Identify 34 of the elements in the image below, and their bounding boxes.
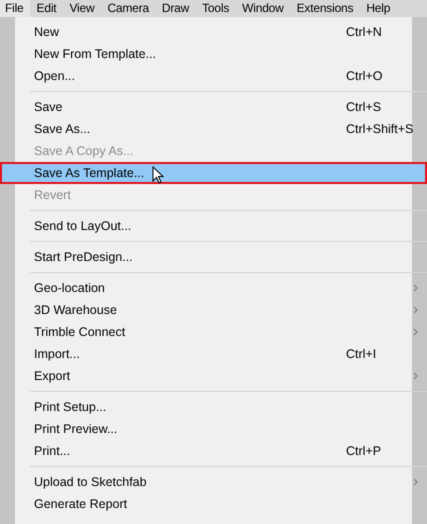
menu-bar-item[interactable]: File [0, 0, 30, 17]
shortcut-label: Ctrl+O [346, 69, 382, 83]
menu-bar-item[interactable]: Camera [101, 0, 155, 17]
shortcut-label: Ctrl+N [346, 25, 382, 39]
menu-item[interactable]: Save Ctrl+S [0, 96, 427, 118]
menu-item[interactable]: Generate Report [0, 493, 427, 515]
shortcut-label: Ctrl+I [346, 347, 376, 361]
menu-item[interactable]: Start PreDesign... [0, 246, 427, 268]
menu-item[interactable]: Print Setup... [0, 396, 427, 418]
menu-item[interactable]: Geo-location [0, 277, 427, 299]
menu-item[interactable]: Export [0, 365, 427, 387]
menu-item[interactable]: Print Preview... [0, 418, 427, 440]
menu-bar-item[interactable]: Extensions [290, 0, 360, 17]
menu-item[interactable]: Upload to Sketchfab [0, 471, 427, 493]
menu-item[interactable]: New Ctrl+N [0, 21, 427, 43]
menu-item[interactable]: Open... Ctrl+O [0, 65, 427, 87]
menu-bar-item[interactable]: Help [360, 0, 396, 17]
shortcut-label: Ctrl+Shift+S [346, 122, 414, 136]
menu-bar-item[interactable]: Draw [156, 0, 196, 17]
menu-item[interactable]: 3D Warehouse [0, 299, 427, 321]
menu-bar-item[interactable]: View [63, 0, 100, 17]
menu-item[interactable]: Save As Template... [0, 162, 427, 184]
shortcut-label: Ctrl+P [346, 444, 382, 458]
menu-item[interactable]: Trimble Connect [0, 321, 427, 343]
menu-item[interactable]: Print... Ctrl+P [0, 440, 427, 462]
menu-item[interactable]: Import... Ctrl+I [0, 343, 427, 365]
mouse-pointer-icon [152, 166, 164, 184]
menu-item[interactable]: Save As... Ctrl+Shift+S [0, 118, 427, 140]
menu-bar-item[interactable]: Window [236, 0, 290, 17]
menu-item[interactable]: New From Template... [0, 43, 427, 65]
menu-bar-item[interactable]: Edit [30, 0, 62, 17]
shortcut-label: Ctrl+S [346, 100, 382, 114]
menu-bar-item[interactable]: Tools [196, 0, 236, 17]
menu-item[interactable]: Send to LayOut... [0, 215, 427, 237]
